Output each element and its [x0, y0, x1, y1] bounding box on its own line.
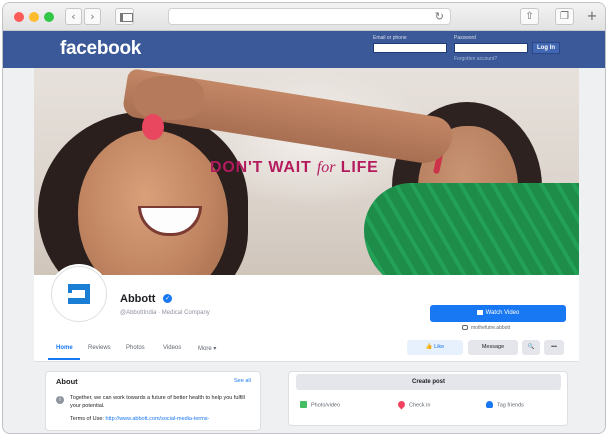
- person-icon: [486, 401, 493, 408]
- login-button[interactable]: Log In: [532, 42, 560, 54]
- page-title[interactable]: Abbott: [120, 293, 155, 305]
- video-icon: [476, 309, 483, 315]
- password-label: Password: [454, 35, 476, 41]
- tab-home[interactable]: Home: [56, 345, 73, 351]
- tag-friends-label: Tag friends: [497, 402, 524, 409]
- watch-video-label: Watch Video: [485, 310, 520, 316]
- info-icon: i: [56, 396, 64, 404]
- new-tab-button[interactable]: +: [583, 8, 601, 25]
- check-in-button[interactable]: Check in: [396, 399, 431, 410]
- share-icon: ⇧: [525, 11, 534, 22]
- abbott-logo-icon: [68, 284, 90, 304]
- share-button[interactable]: ⇧: [520, 8, 539, 25]
- close-window-button[interactable]: [14, 12, 24, 22]
- watch-video-button[interactable]: Watch Video: [430, 305, 566, 322]
- active-tab-indicator: [48, 358, 80, 360]
- about-heading: About: [56, 377, 78, 386]
- tab-reviews[interactable]: Reviews: [88, 345, 111, 351]
- terms-label: Terms of Use:: [70, 416, 106, 422]
- browser-toolbar: ‹ › ↻ ⇧ ❐ +: [3, 3, 605, 31]
- back-button[interactable]: ‹: [65, 8, 82, 25]
- tab-more[interactable]: More ▾: [198, 345, 216, 352]
- more-options-button[interactable]: •••: [544, 340, 564, 355]
- browser-window: ‹ › ↻ ⇧ ❐ + facebook Email or phone Pass…: [2, 2, 606, 434]
- link-icon: [462, 325, 468, 330]
- tab-videos[interactable]: Videos: [163, 345, 181, 351]
- sidebar-toggle-button[interactable]: [115, 8, 134, 25]
- cover-photo[interactable]: DON'T WAIT for LIFE: [34, 68, 579, 275]
- website-label: mothefutre.abbott: [471, 325, 511, 331]
- like-button[interactable]: 👍 Like: [407, 340, 463, 355]
- cover-hand: [134, 76, 204, 120]
- forgot-account-link[interactable]: Forgotten account?: [454, 56, 497, 62]
- chevron-right-icon: ›: [90, 10, 95, 23]
- avatar[interactable]: [51, 266, 107, 322]
- plus-icon: +: [586, 9, 598, 24]
- search-icon: 🔍: [527, 344, 535, 350]
- tag-friends-button[interactable]: Tag friends: [486, 401, 524, 409]
- photo-video-label: Photo/video: [311, 402, 341, 409]
- cover-headline: DON'T WAIT for LIFE: [210, 159, 379, 176]
- message-button[interactable]: Message: [468, 340, 518, 355]
- location-pin-icon: [396, 399, 407, 410]
- address-bar[interactable]: ↻: [168, 8, 451, 25]
- password-field[interactable]: [454, 43, 528, 53]
- maximize-window-button[interactable]: [44, 12, 54, 22]
- check-in-label: Check in: [409, 402, 431, 409]
- website-link[interactable]: mothefutre.abbott: [462, 325, 510, 331]
- terms-link[interactable]: http://www.abbott.com/social-media-terms…: [105, 416, 209, 422]
- verified-badge-icon: ✓: [163, 294, 172, 303]
- tabs-overview-button[interactable]: ❐: [555, 8, 574, 25]
- forward-button[interactable]: ›: [84, 8, 101, 25]
- page-handle: @AbbottIndia · Medical Company: [120, 310, 210, 316]
- email-field[interactable]: [373, 43, 447, 53]
- facebook-header: facebook Email or phone Password Log In …: [3, 31, 605, 68]
- search-page-button[interactable]: 🔍: [522, 340, 540, 355]
- cover-green-sari: [364, 183, 579, 275]
- reload-icon[interactable]: ↻: [435, 9, 444, 25]
- see-all-link[interactable]: See all: [234, 378, 251, 384]
- tabs-icon: ❐: [560, 11, 569, 22]
- facebook-logo[interactable]: facebook: [60, 38, 141, 60]
- more-icon: •••: [551, 344, 557, 350]
- terms-of-use: Terms of Use: http://www.abbott.com/soci…: [70, 416, 260, 422]
- create-post-button[interactable]: Create post: [296, 374, 561, 390]
- email-label: Email or phone: [373, 35, 407, 41]
- photo-video-button[interactable]: Photo/video: [300, 401, 340, 409]
- tab-photos[interactable]: Photos: [126, 345, 145, 351]
- chevron-left-icon: ‹: [71, 10, 76, 23]
- about-description: Together, we can work towards a future o…: [70, 395, 245, 409]
- photo-icon: [300, 401, 307, 408]
- minimize-window-button[interactable]: [29, 12, 39, 22]
- cover-sindoor-dot: [142, 114, 164, 140]
